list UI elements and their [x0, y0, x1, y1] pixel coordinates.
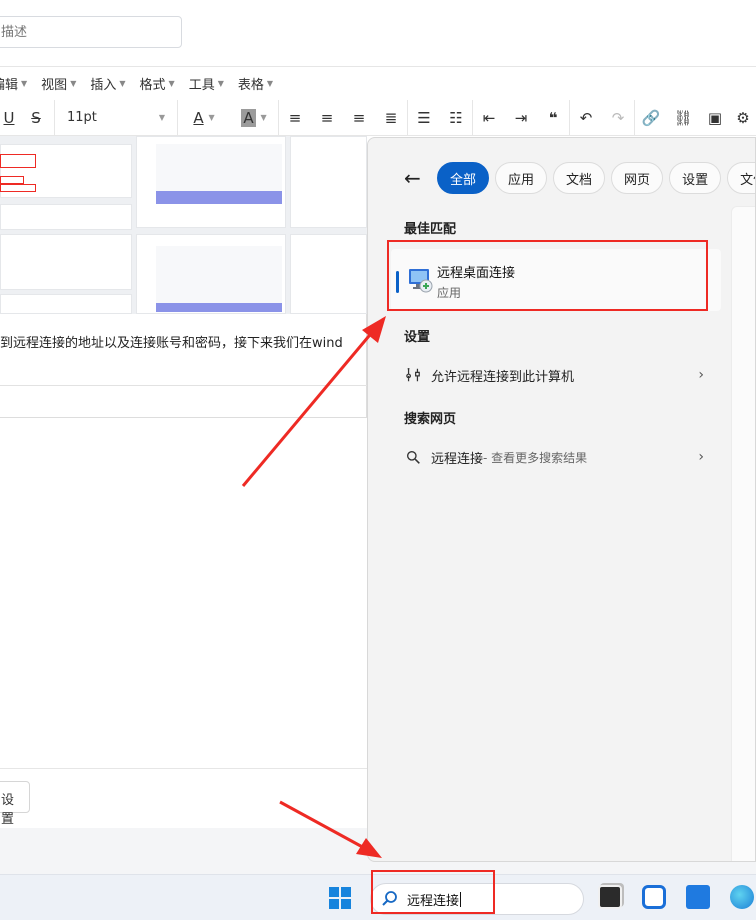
- thumb-chart-2: [156, 246, 282, 312]
- menu-tools[interactable]: 工具 ▼: [189, 74, 224, 93]
- indent-icon[interactable]: ⇥: [505, 100, 537, 136]
- search-icon: [404, 448, 422, 466]
- link-icon[interactable]: 🔗: [635, 100, 667, 136]
- document-paragraph[interactable]: 到远程连接的地址以及连接账号和密码，接下来我们在wind: [0, 332, 343, 351]
- chevron-right-icon: ›: [698, 367, 704, 383]
- caret-down-icon: ▼: [70, 79, 77, 88]
- numbered-list-icon[interactable]: ☷: [440, 100, 472, 136]
- menu-view[interactable]: 视图 ▼: [41, 74, 76, 93]
- outdent-icon[interactable]: ⇤: [473, 100, 505, 136]
- windows-start-icon[interactable]: [329, 887, 351, 909]
- windows-search-panel: ← 全部 应用 文档 网页 设置 文件 最佳匹配 远程桌面连接 应用 设置 允许…: [367, 137, 756, 862]
- filter-documents[interactable]: 文档: [553, 162, 606, 194]
- menu-table[interactable]: 表格 ▼: [238, 74, 273, 93]
- description-input[interactable]: [0, 16, 182, 48]
- microsoft-store-icon[interactable]: [686, 885, 710, 909]
- redo-icon[interactable]: ↷: [602, 100, 634, 136]
- best-match-type: 应用: [437, 286, 462, 300]
- text-color-icon[interactable]: A ▼: [178, 100, 230, 136]
- settings-heading: 设置: [404, 330, 431, 345]
- web-search-heading: 搜索网页: [404, 412, 457, 427]
- caret-down-icon: ▼: [158, 113, 165, 122]
- editor-toolbar: U S 11pt ▼ A ▼ A ▼ ≡ ≡ ≡ ≣ ☰ ☷ ⇤ ⇥ ❝ ↶ ↷ …: [0, 99, 756, 136]
- menu-edit[interactable]: 编辑▼: [0, 74, 27, 93]
- web-search-result-item[interactable]: 远程连接 - 查看更多搜索结果 ›: [404, 446, 704, 468]
- unlink-icon[interactable]: ⛓: [667, 100, 699, 136]
- best-match-result[interactable]: 远程桌面连接 应用: [391, 249, 721, 311]
- strikethrough-icon[interactable]: S: [18, 100, 54, 136]
- filter-apps[interactable]: 应用: [495, 162, 548, 194]
- back-arrow-icon[interactable]: ←: [404, 167, 426, 189]
- align-right-icon[interactable]: ≡: [343, 100, 375, 136]
- menu-format[interactable]: 格式 ▼: [140, 74, 175, 93]
- undo-icon[interactable]: ↶: [570, 100, 602, 136]
- highlight-color-icon[interactable]: A ▼: [230, 100, 278, 136]
- preview-pane: [731, 206, 755, 861]
- selection-indicator: [396, 271, 399, 293]
- filter-files[interactable]: 文件: [727, 162, 755, 194]
- caret-down-icon: ▼: [168, 79, 175, 88]
- filter-all[interactable]: 全部: [437, 162, 490, 194]
- settings-result-item[interactable]: 允许远程连接到此计算机 ›: [404, 364, 704, 386]
- caret-down-icon: ▼: [21, 79, 28, 88]
- text-cursor: [460, 891, 462, 907]
- task-view-icon[interactable]: [598, 885, 622, 909]
- caret-down-icon: ▼: [119, 79, 126, 88]
- best-match-name: 远程桌面连接: [437, 266, 516, 281]
- thumb-chart-1: [156, 144, 282, 204]
- taskbar: 远程连接: [0, 874, 756, 920]
- app-icon-blue[interactable]: [642, 885, 666, 909]
- embedded-screenshot: [0, 136, 367, 314]
- search-filter-tabs: 全部 应用 文档 网页 设置 文件: [437, 162, 755, 194]
- filter-web[interactable]: 网页: [611, 162, 664, 194]
- chevron-right-icon: ›: [698, 449, 704, 465]
- taskbar-search-input[interactable]: 远程连接: [370, 883, 584, 915]
- web-search-hint: - 查看更多搜索结果: [483, 450, 588, 465]
- settings-gear-icon[interactable]: ⚙: [731, 100, 755, 136]
- settings-button[interactable]: 设置: [0, 781, 30, 827]
- best-match-heading: 最佳匹配: [404, 222, 457, 237]
- search-icon: [382, 891, 397, 906]
- editor-footer: 设置: [0, 768, 367, 828]
- bullet-list-icon[interactable]: ☰: [408, 100, 440, 136]
- document-content: 到远程连接的地址以及连接账号和密码，接下来我们在wind: [0, 136, 367, 418]
- remote-desktop-icon: [409, 269, 433, 293]
- align-center-icon[interactable]: ≡: [311, 100, 343, 136]
- underline-icon[interactable]: U: [0, 100, 18, 136]
- caret-down-icon: ▼: [266, 79, 274, 88]
- align-justify-icon[interactable]: ≣: [375, 100, 407, 136]
- taskbar-search-value: 远程连接: [407, 893, 460, 909]
- remote-settings-icon: [404, 366, 422, 384]
- menu-insert[interactable]: 插入 ▼: [90, 74, 125, 93]
- caret-down-icon: ▼: [217, 79, 224, 88]
- font-size-select[interactable]: 11pt ▼: [55, 100, 177, 136]
- align-left-icon[interactable]: ≡: [279, 100, 311, 136]
- filter-settings[interactable]: 设置: [669, 162, 722, 194]
- image-icon[interactable]: ▣: [699, 100, 731, 136]
- blockquote-icon[interactable]: ❝: [537, 100, 569, 136]
- editor-menubar: 编辑▼ 视图▼ 插入▼ 格式▼ 工具▼ 表格▼: [0, 66, 756, 100]
- edge-browser-icon[interactable]: [730, 885, 754, 909]
- web-search-query: 远程连接: [431, 451, 484, 467]
